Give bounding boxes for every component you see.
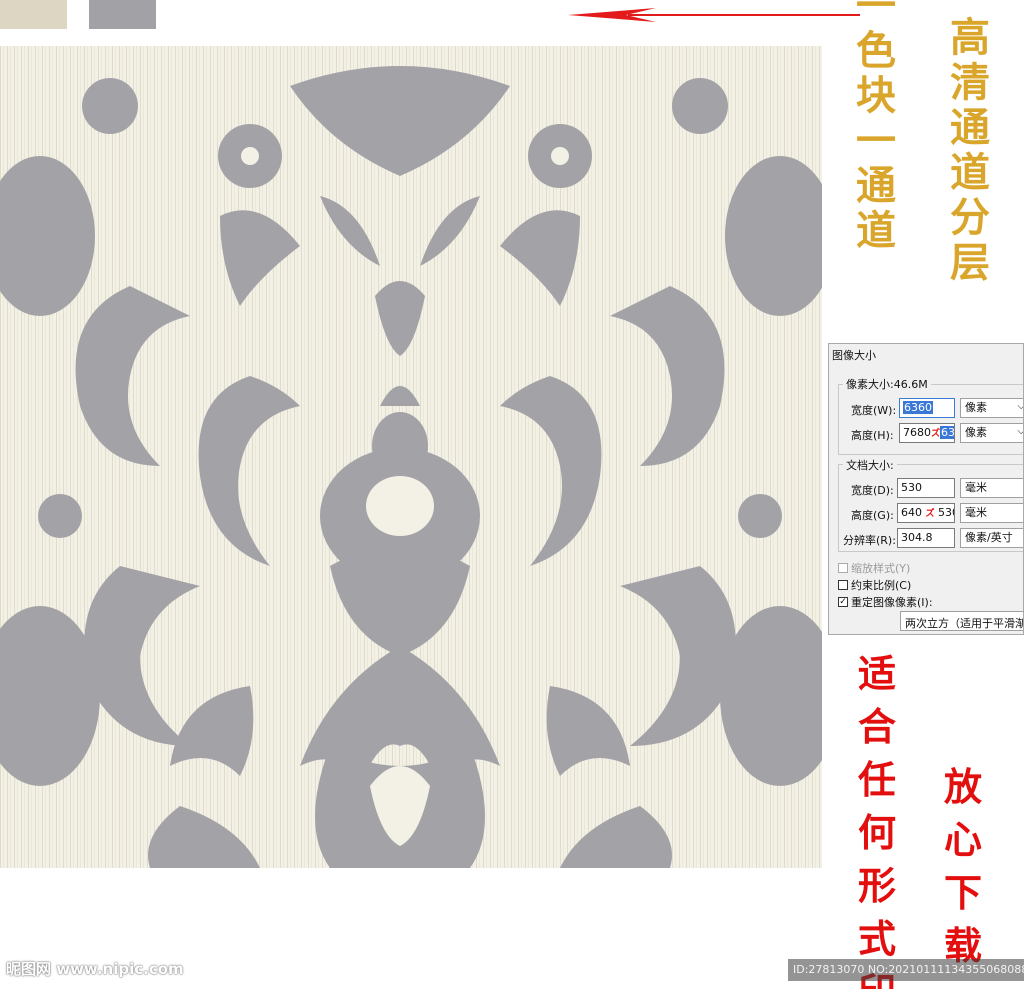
resolution-unit: 像素/英寸 (965, 531, 1013, 544)
image-size-dialog: 图像大小 像素大小:46.6M 宽度(W): 6360 像素 ⌵ 高度(H): 7… (828, 343, 1024, 635)
doc-width-value: 530 (901, 481, 922, 494)
callout-char: 合 (858, 704, 897, 749)
edit-mark-icon: ズ (925, 509, 935, 519)
callout-char: 清 (950, 59, 990, 106)
pixel-height-unit-select[interactable]: 像素 ⌵ (960, 423, 1023, 443)
resolution-value: 304.8 (901, 531, 933, 544)
doc-size-label: 文档大小: (843, 457, 897, 473)
checkbox-icon (838, 563, 848, 573)
resample-method-select[interactable]: 两次立方（适用于平滑渐变 (900, 611, 1023, 631)
pixel-height-unit: 像素 (965, 426, 987, 439)
dialog-title: 图像大小 (832, 349, 876, 362)
resolution-unit-select[interactable]: 像素/英寸 (960, 528, 1023, 548)
resolution-label: 分辨率(R): (843, 534, 896, 547)
callout-char: 层 (950, 239, 990, 286)
callout-char: 色 (856, 27, 896, 74)
doc-height-unit: 毫米 (965, 506, 987, 519)
doc-height-unit-select[interactable]: 毫米 (960, 503, 1023, 523)
pixel-width-unit-select[interactable]: 像素 ⌵ (960, 398, 1023, 418)
callout-char: 何 (858, 810, 897, 855)
resolution-input[interactable]: 304.8 (897, 528, 955, 548)
resample-checkbox[interactable]: ✓ 重定图像像素(I): (838, 594, 933, 610)
width-label: 宽度(W): (851, 404, 897, 417)
pixel-height-new-value: 6360 (940, 426, 954, 439)
pixel-size-label: 像素大小:46.6M (843, 376, 931, 392)
callout-char: 通 (950, 104, 990, 151)
doc-height-input[interactable]: 640 ズ 530 (897, 503, 955, 523)
callout-char: 任 (858, 757, 897, 802)
damask-pattern-image (0, 46, 822, 868)
pixel-width-input[interactable]: 6360 (899, 398, 955, 418)
checkmark-icon: ✓ (838, 597, 848, 607)
cream-color-swatch (0, 0, 67, 29)
doc-height-label: 高度(G): (851, 509, 894, 522)
site-watermark: 昵图网 www.nipic.com (6, 960, 184, 978)
doc-width-label: 宽度(D): (851, 484, 894, 497)
damask-motif-svg (0, 66, 822, 868)
callout-char: 分 (950, 194, 990, 241)
constrain-proportions-checkbox[interactable]: 约束比例(C) (838, 577, 911, 593)
callout-char: 心 (944, 817, 983, 862)
callout-char: 道 (856, 207, 896, 254)
doc-width-unit: 毫米 (965, 481, 987, 494)
callout-one-color-one-channel: 一 色 块 一 通 道 (856, 0, 896, 256)
resample-label: 重定图像像素(I): (851, 596, 933, 609)
callout-char: 下 (944, 870, 983, 915)
callout-char: 适 (858, 651, 897, 696)
chevron-down-icon: ⌵ (1017, 426, 1023, 438)
callout-char: 放 (944, 764, 983, 809)
callout-fit-any-print: 适 合 任 何 形 式 印 (858, 655, 896, 989)
callout-download-safe: 放 心 下 载 (944, 768, 982, 980)
pixel-width-value: 6360 (903, 401, 933, 414)
callout-char: 块 (856, 72, 896, 119)
pixel-height-old-value: 7680 (903, 426, 931, 439)
checkbox-icon (838, 580, 848, 590)
pixel-width-unit: 像素 (965, 401, 987, 414)
callout-char: 形 (858, 863, 897, 908)
scale-styles-label: 缩放样式(Y) (851, 562, 911, 575)
callout-char: 一 (856, 117, 896, 164)
image-id-watermark: ID:27813070 NO:20210111134355068088 (788, 959, 1024, 981)
callout-char: 道 (950, 149, 990, 196)
edit-mark-icon: ズ (931, 429, 941, 439)
gray-color-swatch (89, 0, 156, 29)
doc-height-new-value: 530 (938, 506, 954, 519)
doc-height-old-value: 640 (901, 506, 922, 519)
callout-char: 通 (856, 162, 896, 209)
chevron-down-icon: ⌵ (1017, 401, 1023, 413)
doc-width-input[interactable]: 530 (897, 478, 955, 498)
callout-char: 高 (950, 14, 990, 61)
constrain-label: 约束比例(C) (851, 579, 912, 592)
left-arrow-icon (568, 8, 860, 22)
callout-hd-channel-layered: 高 清 通 道 分 层 (950, 18, 990, 288)
doc-width-unit-select[interactable]: 毫米 (960, 478, 1023, 498)
height-label: 高度(H): (851, 429, 894, 442)
scale-styles-checkbox[interactable]: 缩放样式(Y) (838, 560, 910, 576)
pixel-height-input[interactable]: 7680ズ6360 (899, 423, 955, 443)
pixel-dimensions-group (838, 384, 1023, 455)
